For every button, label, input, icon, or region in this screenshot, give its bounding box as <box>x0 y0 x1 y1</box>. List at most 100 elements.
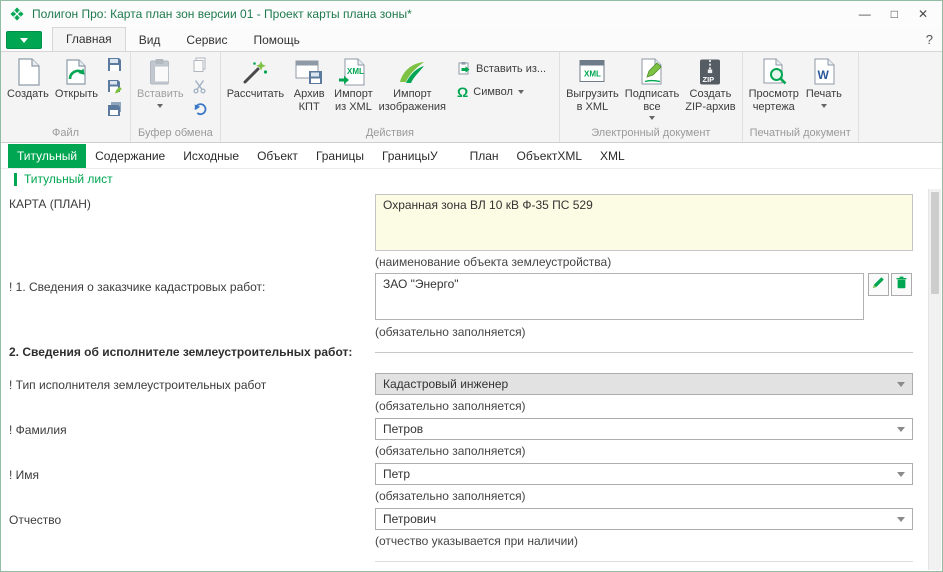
export-xml-button[interactable]: XML Выгрузить в XML <box>563 53 622 125</box>
paste-from-button[interactable]: Вставить из... <box>453 59 550 79</box>
karta-plan-label: КАРТА (ПЛАН) <box>9 197 91 211</box>
executor-type-select[interactable]: Кадастровый инженер <box>375 373 913 395</box>
sign-icon <box>638 55 666 86</box>
tab-vid[interactable]: Вид <box>126 29 174 51</box>
app-window: Полигон Про: Карта план зон версии 01 - … <box>0 0 943 572</box>
patronymic-label: Отчество <box>9 513 61 527</box>
surname-combobox[interactable]: Петров <box>375 418 913 440</box>
firstname-label: ! Имя <box>9 468 39 482</box>
save-all-icon <box>107 101 122 121</box>
customer-field[interactable]: ЗАО "Энерго" <box>375 273 864 320</box>
section-divider <box>375 352 913 353</box>
ribbon-group-label: Действия <box>222 126 558 142</box>
symbol-button[interactable]: Ω Символ <box>453 82 550 102</box>
chevron-down-icon <box>897 472 905 477</box>
save-all-button[interactable] <box>102 100 126 121</box>
customer-edit-button[interactable] <box>868 273 889 296</box>
ribbon-group-label: Буфер обмена <box>132 126 219 142</box>
karta-plan-field[interactable]: Охранная зона ВЛ 10 кВ Ф-35 ПС 529 <box>375 194 913 251</box>
cut-button[interactable] <box>188 78 212 99</box>
ribbon: Создать Открыть <box>1 51 942 143</box>
tab-glavnaya[interactable]: Главная <box>52 27 126 51</box>
ribbon-group-label: Печатный документ <box>744 126 857 142</box>
print-word-icon: W <box>811 55 837 86</box>
open-folder-icon <box>62 55 90 86</box>
calculate-button[interactable]: Рассчитать <box>224 53 287 125</box>
customer-hint: (обязательно заполняется) <box>375 325 526 339</box>
patronymic-combobox[interactable]: Петрович <box>375 508 913 530</box>
open-button[interactable]: Открыть <box>52 53 101 125</box>
undo-icon <box>192 101 207 121</box>
ribbon-group-print: Просмотр чертежа W Печать Печатный докум… <box>743 52 859 142</box>
dropdown-arrow-icon <box>518 90 524 94</box>
ribbon-tab-row: Главная Вид Сервис Помощь ? <box>1 27 942 51</box>
tab-pomosch[interactable]: Помощь <box>241 29 313 51</box>
paste-from-icon <box>457 61 471 78</box>
svg-text:XML: XML <box>347 67 364 76</box>
paste-icon <box>148 55 173 86</box>
ribbon-group-label: Файл <box>2 126 129 142</box>
calculate-wand-icon <box>241 55 269 86</box>
import-xml-icon: XML <box>338 55 368 86</box>
ribbon-group-clipboard: Вставить Буфер обмена <box>131 52 221 142</box>
tab-servis[interactable]: Сервис <box>173 29 240 51</box>
dropdown-arrow-icon <box>821 104 827 108</box>
preview-drawing-button[interactable]: Просмотр чертежа <box>746 53 802 125</box>
edit-pencil-icon <box>872 276 885 294</box>
svg-text:W: W <box>817 68 829 82</box>
tab-granitsy[interactable]: Границы <box>307 144 373 168</box>
cut-icon <box>192 79 207 99</box>
firstname-combobox[interactable]: Петр <box>375 463 913 485</box>
document-tab-bar: Титульный Содержание Исходные Объект Гра… <box>1 143 942 169</box>
archive-kpt-button[interactable]: Архив КПТ <box>287 53 331 125</box>
chevron-down-icon <box>20 38 28 43</box>
firstname-hint: (обязательно заполняется) <box>375 489 526 503</box>
executor-section-title: 2. Сведения об исполнителе землеустроите… <box>9 345 352 359</box>
paste-button[interactable]: Вставить <box>134 53 187 125</box>
minimize-button[interactable]: — <box>859 8 871 20</box>
create-button[interactable]: Создать <box>4 53 52 125</box>
surname-value: Петров <box>383 422 423 436</box>
chevron-down-icon <box>897 517 905 522</box>
app-menu-button[interactable] <box>6 31 42 49</box>
zip-icon: ZIP <box>697 55 723 86</box>
tab-titulnyy[interactable]: Титульный <box>8 144 86 168</box>
archive-kpt-icon <box>294 55 324 86</box>
save-as-icon <box>107 79 122 99</box>
new-document-icon <box>15 55 41 86</box>
title-bar: Полигон Про: Карта план зон версии 01 - … <box>1 1 942 27</box>
tab-soderzhanie[interactable]: Содержание <box>86 144 174 168</box>
window-controls: — □ ✕ <box>859 8 928 20</box>
create-zip-button[interactable]: ZIP Создать ZIP-архив <box>682 53 738 125</box>
save-button[interactable] <box>102 56 126 77</box>
print-button[interactable]: W Печать <box>802 53 846 125</box>
customer-label: ! 1. Сведения о заказчике кадастровых ра… <box>9 280 265 294</box>
tab-granitsy-u[interactable]: ГраницыУ <box>373 144 447 168</box>
surname-label: ! Фамилия <box>9 423 67 437</box>
import-xml-button[interactable]: XML Импорт из XML <box>331 53 375 125</box>
tab-obekt[interactable]: Объект <box>248 144 307 168</box>
save-as-button[interactable] <box>102 78 126 99</box>
close-button[interactable]: ✕ <box>918 8 928 20</box>
vertical-scrollbar[interactable] <box>928 189 941 570</box>
tab-iskhodnye[interactable]: Исходные <box>174 144 248 168</box>
tab-obekt-xml[interactable]: ОбъектXML <box>508 144 592 168</box>
export-xml-icon: XML <box>577 55 607 86</box>
undo-button[interactable] <box>188 100 212 121</box>
executor-type-hint: (обязательно заполняется) <box>375 399 526 413</box>
trash-icon <box>895 276 908 294</box>
copy-icon <box>192 57 207 77</box>
tab-xml[interactable]: XML <box>591 144 634 168</box>
save-icon <box>107 57 122 77</box>
tab-plan[interactable]: План <box>461 144 508 168</box>
help-button[interactable]: ? <box>926 32 933 47</box>
import-image-button[interactable]: Импорт изображения <box>376 53 449 125</box>
maximize-button[interactable]: □ <box>891 8 898 20</box>
preview-drawing-icon <box>760 55 788 86</box>
copy-button[interactable] <box>188 56 212 77</box>
dropdown-arrow-icon <box>649 116 655 120</box>
surname-hint: (обязательно заполняется) <box>375 444 526 458</box>
scrollbar-thumb[interactable] <box>931 192 939 294</box>
sign-all-button[interactable]: Подписать все <box>622 53 682 125</box>
customer-delete-button[interactable] <box>891 273 912 296</box>
